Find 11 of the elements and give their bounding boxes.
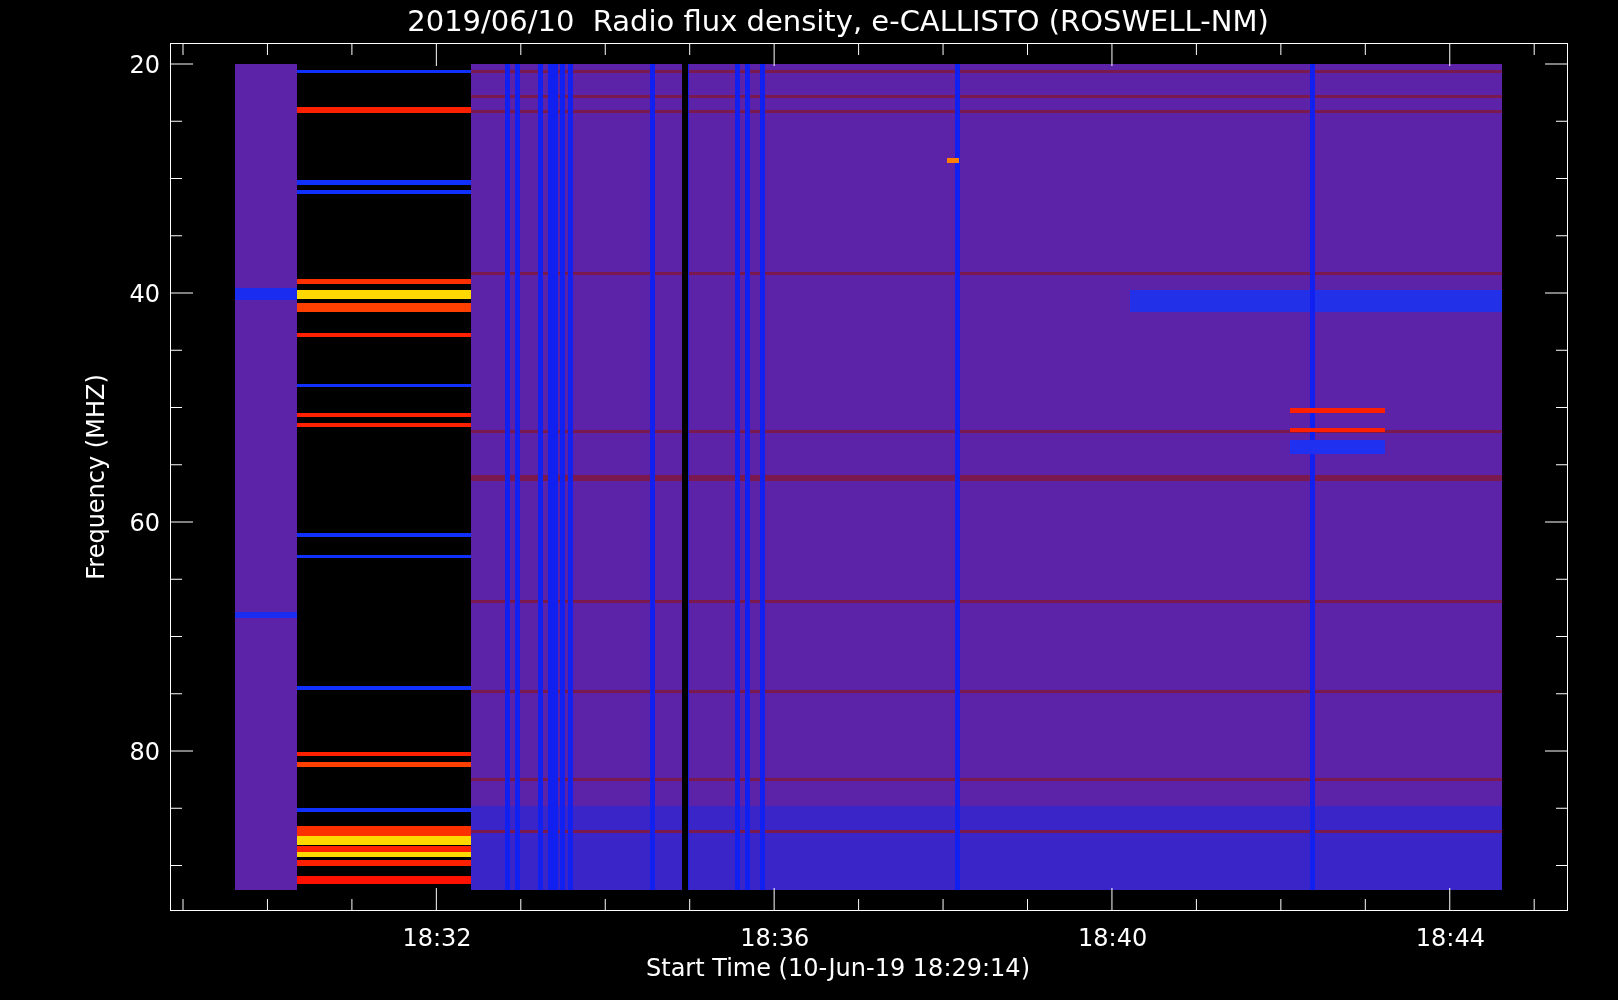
tick-label: 20 — [129, 51, 160, 79]
tick-label: 18:40 — [1078, 924, 1148, 952]
axis-label: Start Time (10-Jun-19 18:29:14) — [646, 954, 1030, 982]
chart-title: 2019/06/10 Radio flux density, e-CALLISTO (ROSWELL-NM) — [407, 4, 1269, 38]
tick-label: 18:36 — [740, 924, 810, 952]
tick-label: 60 — [129, 509, 160, 537]
tick-label: 40 — [129, 280, 160, 308]
tick-label: 18:44 — [1415, 924, 1485, 952]
axis-label: Frequency (MHZ) — [82, 374, 110, 580]
tick-label: 18:32 — [402, 924, 472, 952]
tick-label: 80 — [129, 738, 160, 766]
